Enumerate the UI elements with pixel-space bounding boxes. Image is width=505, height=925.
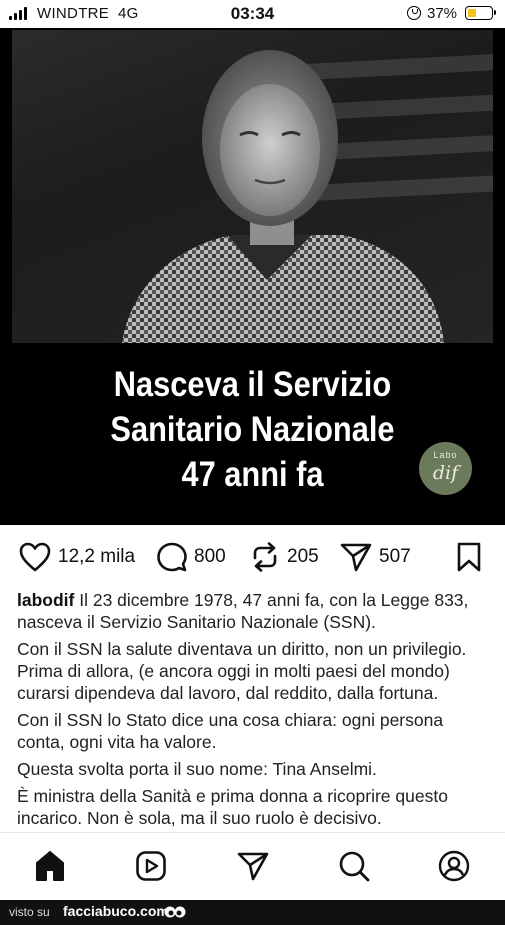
nav-direct[interactable] [236,849,270,883]
post-actions: 12,2 mila 800 205 507 [0,535,505,579]
reels-icon [136,851,166,881]
bookmark-icon [457,542,481,572]
caption-text: È ministra della Sanità e prima donna a … [17,786,448,828]
battery-percent: 37% [427,5,458,22]
profile-icon [438,850,470,882]
footer-site[interactable]: facciabuco.com [63,903,169,919]
post-headline: Nasceva il Servizio Sanitario Nazionale … [110,365,395,494]
labodif-logo: Labo dif [419,442,472,495]
caption-text: Il 23 dicembre 1978, 47 anni fa, con la … [17,590,469,632]
nav-search[interactable] [337,849,371,883]
footer-label: visto su [9,905,50,919]
watermark-footer: visto su facciabuco.com [0,900,505,925]
post-image[interactable]: Nasceva il Servizio Sanitario Nazionale … [0,28,505,525]
likes-count: 12,2 mila [58,546,136,567]
home-icon [36,851,64,881]
send-icon [340,543,372,572]
search-icon [339,851,370,882]
heart-icon [19,542,51,572]
share-button[interactable]: 507 [340,535,411,579]
portrait-photo [12,30,493,343]
repost-icon [253,542,277,572]
repost-button[interactable]: 205 [250,535,319,579]
orientation-lock-icon [407,6,421,20]
bottom-nav [0,832,505,901]
caption-text: Questa svolta porta il suo nome: Tina An… [17,759,377,779]
save-button[interactable] [456,535,482,579]
nav-reels[interactable] [134,849,168,883]
nav-home[interactable] [33,849,67,883]
status-bar: WINDTRE 4G 03:34 37% [0,0,505,28]
send-icon [237,852,269,881]
post-caption: labodif Il 23 dicembre 1978, 47 anni fa,… [17,589,492,832]
comment-icon [157,542,187,572]
eyes-icon [164,906,186,918]
nav-profile[interactable] [437,849,471,883]
reposts-count: 205 [287,546,319,567]
like-button[interactable]: 12,2 mila [19,535,135,579]
shares-count: 507 [379,546,411,567]
comment-button[interactable]: 800 [157,535,226,579]
comments-count: 800 [194,546,226,567]
battery-icon [465,6,496,20]
caption-text: Con il SSN la salute diventava un diritt… [17,639,467,703]
caption-text: Con il SSN lo Stato dice una cosa chiara… [17,710,444,752]
caption-username[interactable]: labodif [17,590,74,610]
